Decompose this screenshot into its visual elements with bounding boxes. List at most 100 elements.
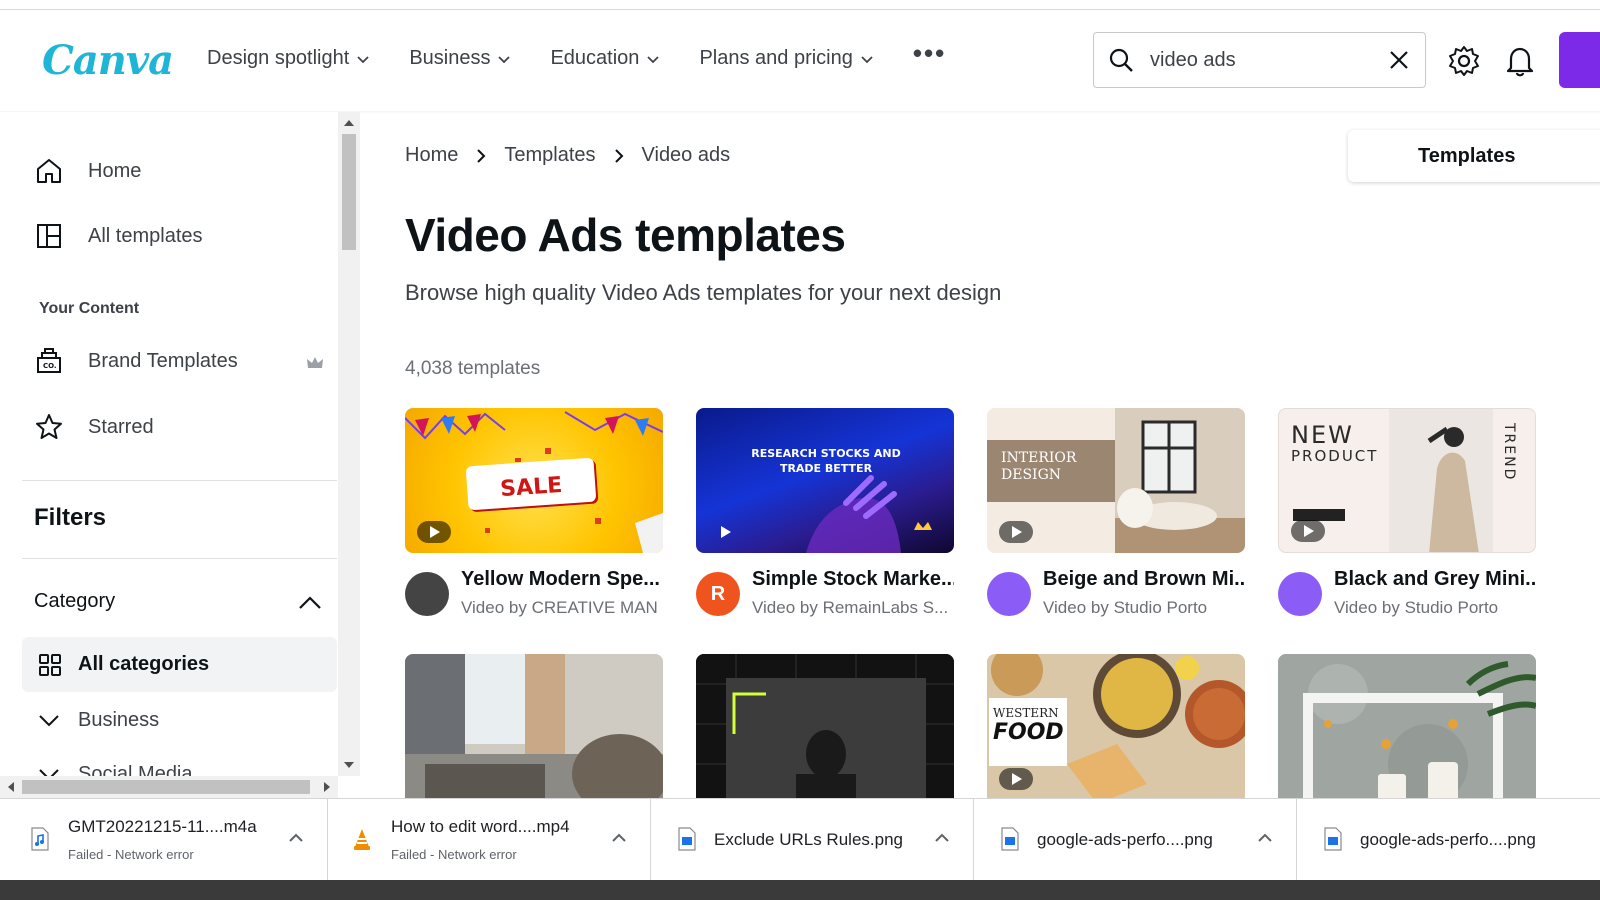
- template-title[interactable]: Yellow Modern Spe...: [461, 568, 663, 591]
- template-card[interactable]: [1278, 654, 1536, 798]
- chevron-down-icon: [357, 55, 369, 63]
- template-thumbnail[interactable]: SALE: [405, 408, 663, 553]
- your-content-heading: Your Content: [39, 300, 140, 317]
- chevron-up-icon[interactable]: [298, 596, 322, 610]
- sidebar: Home All templates Your Content CO. Bran…: [0, 112, 360, 798]
- template-author[interactable]: Video by RemainLabs S...: [752, 598, 954, 618]
- home-icon: [37, 159, 61, 183]
- template-author[interactable]: Video by Studio Porto: [1334, 598, 1536, 618]
- sidebar-item-home[interactable]: Home: [34, 156, 141, 186]
- clear-search-icon[interactable]: [1387, 48, 1411, 72]
- template-thumbnail[interactable]: NEW PRODUCT TREND: [1278, 408, 1536, 553]
- search-box[interactable]: [1093, 32, 1426, 88]
- create-design-button[interactable]: [1559, 32, 1600, 88]
- template-card[interactable]: NEW PRODUCT TREND Black and Grey Mini...…: [1278, 408, 1536, 617]
- page-subtitle: Browse high quality Video Ads templates …: [405, 280, 1002, 305]
- living-room-photo: [405, 654, 663, 798]
- canva-logo[interactable]: Canva: [42, 37, 174, 84]
- image-file-icon: [678, 827, 696, 851]
- template-thumbnail[interactable]: [696, 654, 954, 798]
- sidebar-horizontal-scrollbar[interactable]: [0, 776, 338, 798]
- breadcrumb-templates[interactable]: Templates: [504, 144, 595, 167]
- sidebar-item-all-templates[interactable]: All templates: [34, 221, 203, 251]
- chevron-up-icon[interactable]: [289, 833, 303, 843]
- chevron-up-icon[interactable]: [935, 833, 949, 843]
- template-author[interactable]: Video by CREATIVE MAN: [461, 598, 663, 618]
- grid-portrait-graphic: [696, 654, 954, 798]
- site-header: Canva Design spotlight Business Educatio…: [0, 11, 1600, 111]
- gear-icon[interactable]: [1447, 44, 1481, 78]
- template-title[interactable]: Beige and Brown Mi...: [1043, 568, 1245, 591]
- template-meta: Black and Grey Mini... Video by Studio P…: [1278, 568, 1536, 622]
- template-count: 4,038 templates: [405, 358, 541, 379]
- scroll-right-arrow[interactable]: [324, 782, 330, 792]
- nav-design-spotlight[interactable]: Design spotlight: [207, 47, 369, 70]
- image-file-icon: [1324, 827, 1342, 851]
- search-icon: [1109, 48, 1133, 72]
- template-thumbnail[interactable]: INTERIOR DESIGN: [987, 408, 1245, 553]
- nav-plans-pricing[interactable]: Plans and pricing: [699, 47, 873, 70]
- tab-templates[interactable]: Templates: [1348, 130, 1600, 182]
- nav-education[interactable]: Education: [550, 47, 660, 70]
- download-item[interactable]: google-ads-perfo....png: [974, 799, 1297, 881]
- category-heading[interactable]: Category: [34, 590, 115, 613]
- scroll-down-arrow[interactable]: [344, 762, 354, 768]
- template-card[interactable]: [696, 654, 954, 798]
- chevron-right-icon: [614, 148, 623, 163]
- creator-avatar[interactable]: [405, 572, 449, 616]
- crown-icon: [307, 357, 323, 368]
- nav-business[interactable]: Business: [409, 47, 511, 70]
- download-item[interactable]: google-ads-perfo....png: [1297, 799, 1600, 881]
- template-author[interactable]: Video by Studio Porto: [1043, 598, 1245, 618]
- template-title[interactable]: Black and Grey Mini...: [1334, 568, 1536, 591]
- play-icon: [999, 768, 1033, 790]
- play-icon: [708, 521, 742, 543]
- nav-label: Education: [550, 47, 640, 69]
- breadcrumb-current: Video ads: [641, 144, 731, 166]
- template-card[interactable]: INTERIOR DESIGN Beige and Brown Mi... Vi…: [987, 408, 1245, 617]
- divider: [22, 558, 337, 559]
- svg-text:CO.: CO.: [43, 362, 57, 370]
- creator-avatar[interactable]: R: [696, 572, 740, 616]
- template-title[interactable]: Simple Stock Marke...: [752, 568, 954, 591]
- search-input[interactable]: [1150, 48, 1370, 72]
- scroll-up-arrow[interactable]: [344, 120, 354, 126]
- template-thumbnail[interactable]: [405, 654, 663, 798]
- template-card[interactable]: SALE Yellow Modern Spe... Video by CREAT…: [405, 408, 663, 617]
- template-thumbnail[interactable]: [1278, 654, 1536, 798]
- category-all[interactable]: All categories: [22, 637, 337, 692]
- room-photo: [1115, 408, 1245, 553]
- image-file-icon: [1001, 827, 1019, 851]
- play-icon: [999, 521, 1033, 543]
- template-card[interactable]: RESEARCH STOCKS AND TRADE BETTER R Simpl…: [696, 408, 954, 617]
- sidebar-item-label: Home: [88, 159, 142, 182]
- sidebar-item-brand-templates[interactable]: CO. Brand Templates: [34, 346, 238, 376]
- sidebar-item-starred[interactable]: Starred: [34, 412, 154, 442]
- template-thumbnail[interactable]: WESTERN FOOD: [987, 654, 1245, 798]
- template-thumbnail[interactable]: RESEARCH STOCKS AND TRADE BETTER: [696, 408, 954, 553]
- template-card[interactable]: [405, 654, 663, 798]
- download-item[interactable]: How to edit word....mp4 Failed - Network…: [328, 799, 651, 881]
- download-filename: Exclude URLs Rules.png: [714, 830, 903, 849]
- scroll-thumb[interactable]: [22, 780, 310, 794]
- creator-avatar[interactable]: [1278, 572, 1322, 616]
- templates-icon: [37, 224, 61, 248]
- bell-icon[interactable]: [1505, 45, 1535, 77]
- chevron-up-icon[interactable]: [612, 833, 626, 843]
- scroll-left-arrow[interactable]: [8, 782, 14, 792]
- download-item[interactable]: Exclude URLs Rules.png: [651, 799, 974, 881]
- sidebar-vertical-scrollbar[interactable]: [338, 112, 360, 776]
- more-menu-button[interactable]: •••: [913, 38, 946, 69]
- divider: [22, 480, 337, 481]
- breadcrumb-home[interactable]: Home: [405, 144, 458, 167]
- download-status: Failed - Network error: [391, 847, 517, 862]
- chevron-up-icon[interactable]: [1258, 833, 1272, 843]
- template-card[interactable]: WESTERN FOOD: [987, 654, 1245, 798]
- scroll-thumb[interactable]: [342, 134, 356, 250]
- download-item[interactable]: GMT20221215-11....m4a Failed - Network e…: [0, 799, 328, 881]
- brand-kit-icon: CO.: [37, 348, 61, 373]
- category-business[interactable]: Business: [38, 709, 159, 732]
- category-label: Business: [78, 709, 160, 731]
- sidebar-item-label: All templates: [88, 224, 203, 247]
- creator-avatar[interactable]: [987, 572, 1031, 616]
